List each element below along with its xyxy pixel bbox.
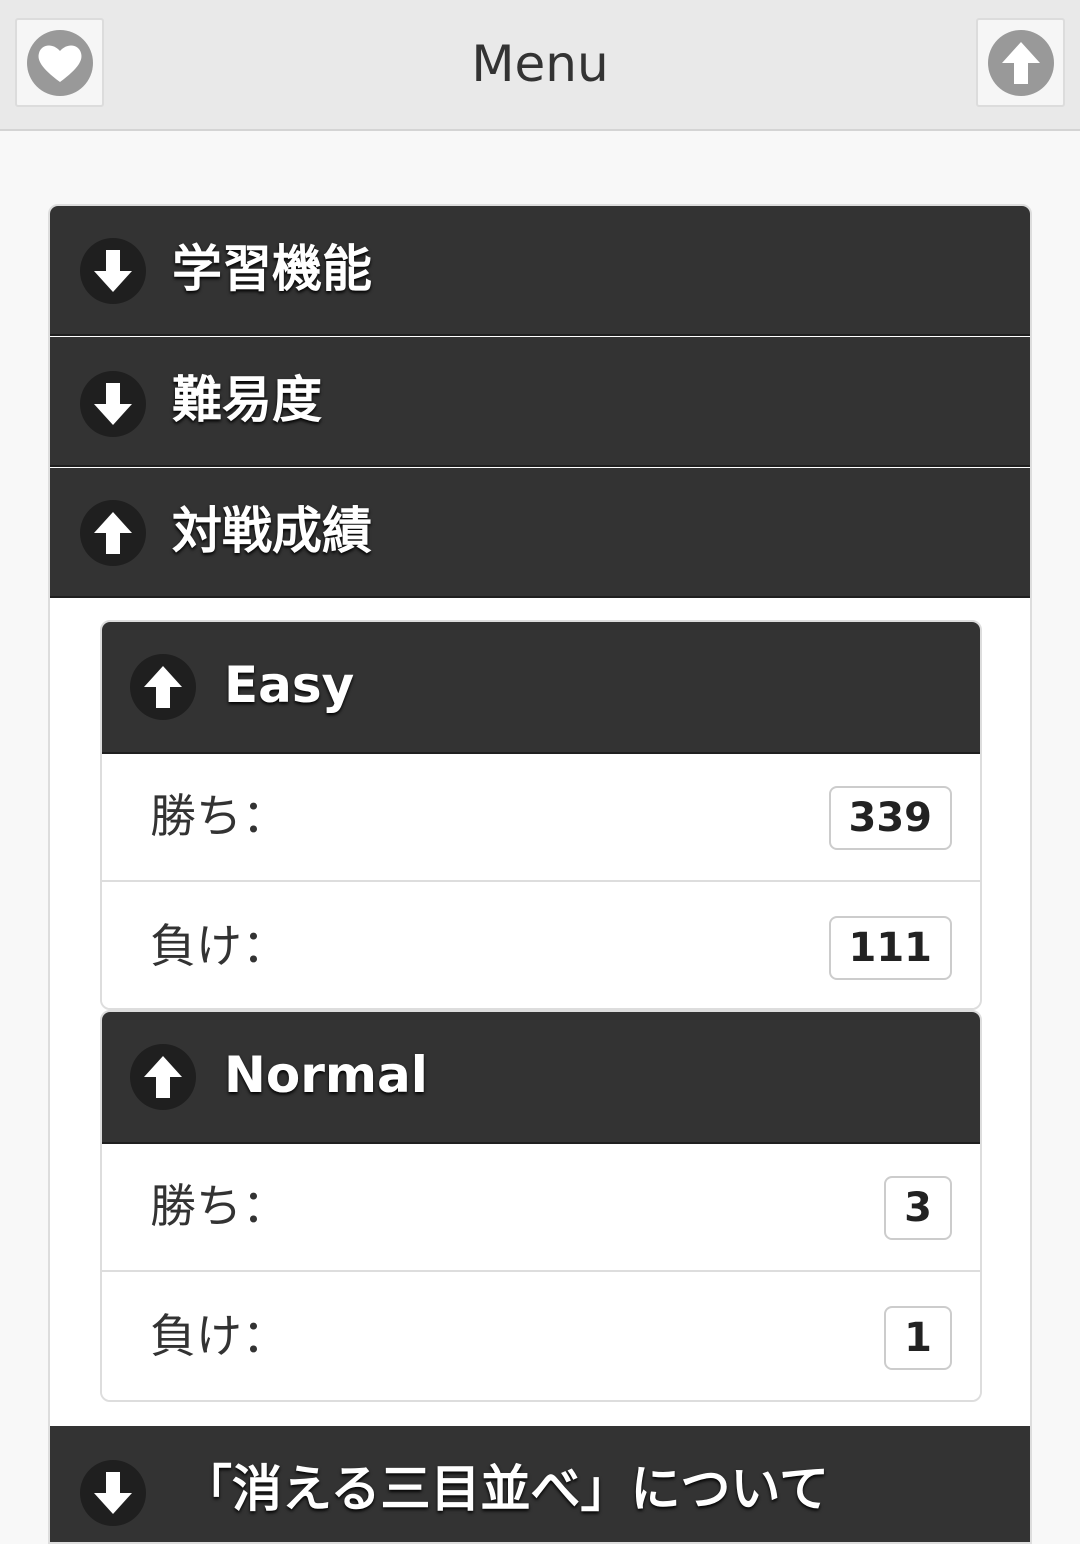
wins-row: 勝ち： 339 bbox=[102, 754, 980, 882]
wins-row: 勝ち： 3 bbox=[102, 1144, 980, 1272]
arrow-up-icon bbox=[80, 500, 146, 566]
wins-label: 勝ち： bbox=[150, 1179, 288, 1233]
stats-easy: Easy 勝ち： 339 負け： 111 bbox=[100, 620, 982, 1010]
menu-accordion: 学習機能 難易度 対戦成績 Easy 勝ち： 339 負け： 111 Norma… bbox=[48, 204, 1032, 1544]
page-title: Menu bbox=[471, 35, 609, 93]
losses-label: 負け： bbox=[150, 1309, 288, 1363]
losses-row: 負け： 1 bbox=[102, 1274, 980, 1400]
losses-label: 負け： bbox=[150, 919, 288, 973]
category-label: 難易度 bbox=[172, 371, 322, 429]
stats-normal: Normal 勝ち： 3 負け： 1 bbox=[100, 1010, 982, 1402]
category-label: 「消える三目並べ」について bbox=[182, 1460, 829, 1518]
wins-count: 3 bbox=[884, 1176, 952, 1240]
losses-count: 111 bbox=[828, 916, 952, 980]
arrow-up-icon bbox=[130, 654, 196, 720]
losses-row: 負け： 111 bbox=[102, 884, 980, 1008]
scroll-top-button[interactable] bbox=[976, 18, 1065, 107]
category-label: 対戦成績 bbox=[172, 502, 372, 560]
arrow-down-icon bbox=[80, 238, 146, 304]
category-about[interactable]: 「消える三目並べ」について bbox=[50, 1426, 1030, 1542]
stats-level-label: Easy bbox=[224, 656, 355, 714]
category-difficulty[interactable]: 難易度 bbox=[50, 337, 1030, 467]
arrow-down-icon bbox=[80, 371, 146, 437]
arrow-up-icon bbox=[130, 1044, 196, 1110]
arrow-up-icon bbox=[988, 30, 1054, 96]
header-bar: Menu bbox=[0, 0, 1080, 131]
category-results[interactable]: 対戦成績 bbox=[50, 468, 1030, 598]
stats-normal-header[interactable]: Normal bbox=[102, 1012, 980, 1144]
category-label: 学習機能 bbox=[172, 240, 372, 298]
arrow-down-icon bbox=[80, 1460, 146, 1526]
stats-level-label: Normal bbox=[224, 1046, 428, 1104]
category-learning[interactable]: 学習機能 bbox=[50, 206, 1030, 336]
stats-easy-header[interactable]: Easy bbox=[102, 622, 980, 754]
wins-label: 勝ち： bbox=[150, 789, 288, 843]
losses-count: 1 bbox=[884, 1306, 952, 1370]
wins-count: 339 bbox=[828, 786, 952, 850]
